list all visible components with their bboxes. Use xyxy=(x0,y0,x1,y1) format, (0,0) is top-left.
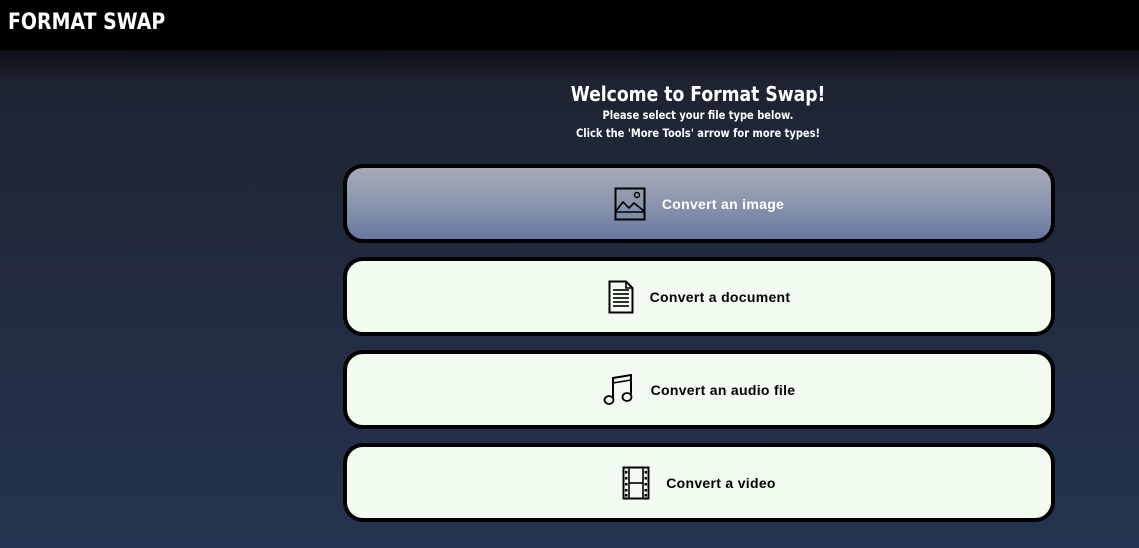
brand-logo[interactable]: FORMAT SWAP xyxy=(8,10,165,35)
convert-document-button[interactable]: Convert a document xyxy=(343,257,1055,336)
intro-instruction: Please select your file type below. xyxy=(602,108,794,122)
convert-image-label: Convert an image xyxy=(661,195,785,212)
document-icon xyxy=(608,280,634,314)
film-strip-icon xyxy=(622,466,650,500)
file-type-options: Convert an image Convert a document Conv… xyxy=(343,164,1055,536)
navbar-shadow xyxy=(0,50,1139,82)
top-navbar: FORMAT SWAP xyxy=(0,0,1139,50)
page-title: Welcome to Format Swap! xyxy=(570,82,826,106)
music-note-icon xyxy=(603,373,635,407)
image-icon xyxy=(614,187,646,221)
convert-video-button[interactable]: Convert a video xyxy=(343,443,1055,522)
intro-hint: Click the 'More Tools' arrow for more ty… xyxy=(575,126,820,140)
convert-document-label: Convert a document xyxy=(649,288,791,305)
convert-audio-button[interactable]: Convert an audio file xyxy=(343,350,1055,429)
convert-video-label: Convert a video xyxy=(666,474,776,491)
convert-image-button[interactable]: Convert an image xyxy=(343,164,1055,243)
convert-audio-label: Convert an audio file xyxy=(650,381,796,398)
welcome-panel: Welcome to Format Swap! Please select yo… xyxy=(445,82,951,142)
